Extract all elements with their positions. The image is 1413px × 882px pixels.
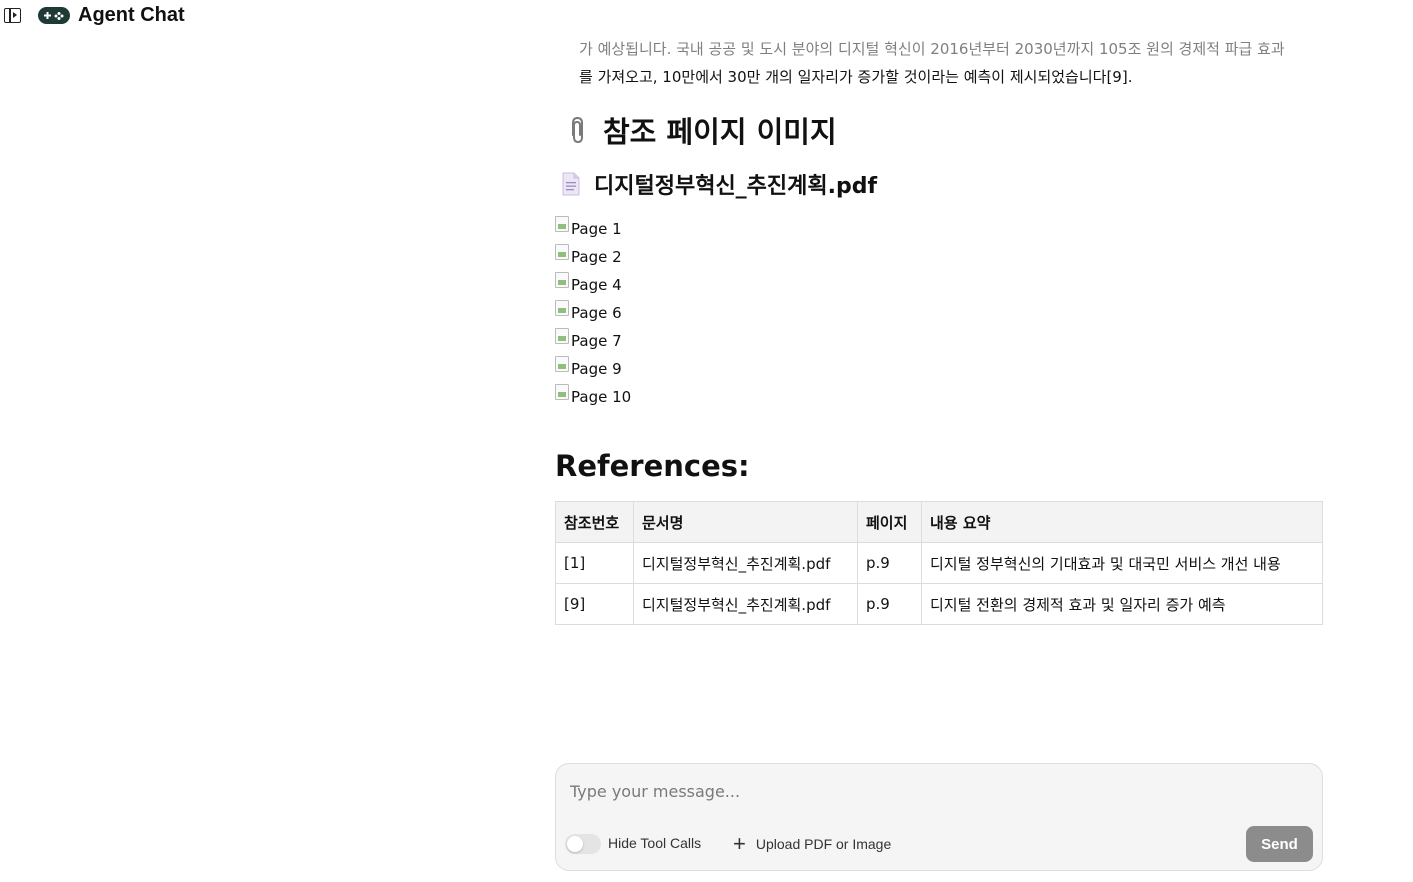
file-heading-text: 디지털정부혁신_추진계획.pdf xyxy=(594,174,878,199)
sidebar-toggle-icon[interactable] xyxy=(4,8,21,23)
table-header-row: 참조번호 문서명 페이지 내용 요약 xyxy=(555,501,1323,543)
app-logo-icon xyxy=(38,7,70,24)
hide-tool-calls-toggle[interactable] xyxy=(565,834,601,854)
top-bar: Agent Chat xyxy=(0,0,400,32)
page-image-alt: Page 2 xyxy=(571,248,622,266)
broken-image-icon xyxy=(555,300,569,316)
table-cell: 디지털정부혁신_추진계획.pdf xyxy=(633,542,858,584)
table-cell: [9] xyxy=(555,583,634,625)
message-composer: Hide Tool Calls + Upload PDF or Image Se… xyxy=(555,763,1323,871)
column-header: 참조번호 xyxy=(555,501,634,543)
page-image[interactable]: Page 7 xyxy=(555,327,1325,355)
references-table: 참조번호 문서명 페이지 내용 요약 [1] 디지털정부혁신_추진계획.pdf … xyxy=(555,501,1323,625)
table-cell: [1] xyxy=(555,542,634,584)
broken-image-icon xyxy=(555,244,569,260)
page-images-list: Page 1 Page 2 Page 4 Page 6 Page 7 Page … xyxy=(555,215,1325,411)
page-image[interactable]: Page 6 xyxy=(555,299,1325,327)
broken-image-icon xyxy=(555,328,569,344)
table-cell: p.9 xyxy=(857,542,922,584)
section-heading: 참조 페이지 이미지 xyxy=(555,105,1325,155)
plus-icon: + xyxy=(733,831,746,856)
toggle-knob xyxy=(567,836,583,852)
column-header: 문서명 xyxy=(633,501,858,543)
message-input[interactable] xyxy=(570,778,1300,804)
table-row: [1] 디지털정부혁신_추진계획.pdf p.9 디지털 정부혁신의 기대효과 … xyxy=(555,542,1323,584)
table-row: [9] 디지털정부혁신_추진계획.pdf p.9 디지털 전환의 경제적 효과 … xyxy=(555,583,1323,625)
table-cell: p.9 xyxy=(857,583,922,625)
message-paragraph: 가 예상됩니다. 국내 공공 및 도시 분야의 디지털 혁신이 2016년부터 … xyxy=(555,35,1325,91)
page-image-alt: Page 1 xyxy=(571,220,622,238)
table-cell: 디지털 정부혁신의 기대효과 및 대국민 서비스 개선 내용 xyxy=(921,542,1323,584)
column-header: 페이지 xyxy=(857,501,922,543)
file-heading: 디지털정부혁신_추진계획.pdf xyxy=(555,163,1325,205)
page-image-alt: Page 6 xyxy=(571,304,622,322)
document-icon xyxy=(562,172,580,196)
section-heading-text: 참조 페이지 이미지 xyxy=(603,115,837,149)
send-button[interactable]: Send xyxy=(1246,826,1313,862)
paragraph-line-2: 를 가져오고, 10만에서 30만 개의 일자리가 증가할 것이라는 예측이 제… xyxy=(579,68,1133,86)
page-image-alt: Page 9 xyxy=(571,360,622,378)
hide-tool-calls-label: Hide Tool Calls xyxy=(608,835,702,851)
broken-image-icon xyxy=(555,216,569,232)
broken-image-icon xyxy=(555,356,569,372)
page-image[interactable]: Page 9 xyxy=(555,355,1325,383)
page-image-alt: Page 4 xyxy=(571,276,622,294)
page-image[interactable]: Page 2 xyxy=(555,243,1325,271)
column-header: 내용 요약 xyxy=(921,501,1323,543)
chat-message: 가 예상됩니다. 국내 공공 및 도시 분야의 디지털 혁신이 2016년부터 … xyxy=(555,30,1325,625)
broken-image-icon xyxy=(555,384,569,400)
page-image[interactable]: Page 4 xyxy=(555,271,1325,299)
table-cell: 디지털정부혁신_추진계획.pdf xyxy=(633,583,858,625)
page-image-alt: Page 7 xyxy=(571,332,622,350)
app-title: Agent Chat xyxy=(78,4,185,26)
paperclip-icon xyxy=(572,116,583,144)
page-image[interactable]: Page 1 xyxy=(555,215,1325,243)
upload-label: Upload PDF or Image xyxy=(755,836,892,852)
page-image-alt: Page 10 xyxy=(571,388,632,406)
broken-image-icon xyxy=(555,272,569,288)
paragraph-line-1: 가 예상됩니다. 국내 공공 및 도시 분야의 디지털 혁신이 2016년부터 … xyxy=(579,40,1285,58)
upload-button[interactable]: + Upload PDF or Image xyxy=(733,832,891,856)
references-title: References: xyxy=(555,449,750,483)
page-image[interactable]: Page 10 xyxy=(555,383,1325,411)
table-cell: 디지털 전환의 경제적 효과 및 일자리 증가 예측 xyxy=(921,583,1323,625)
